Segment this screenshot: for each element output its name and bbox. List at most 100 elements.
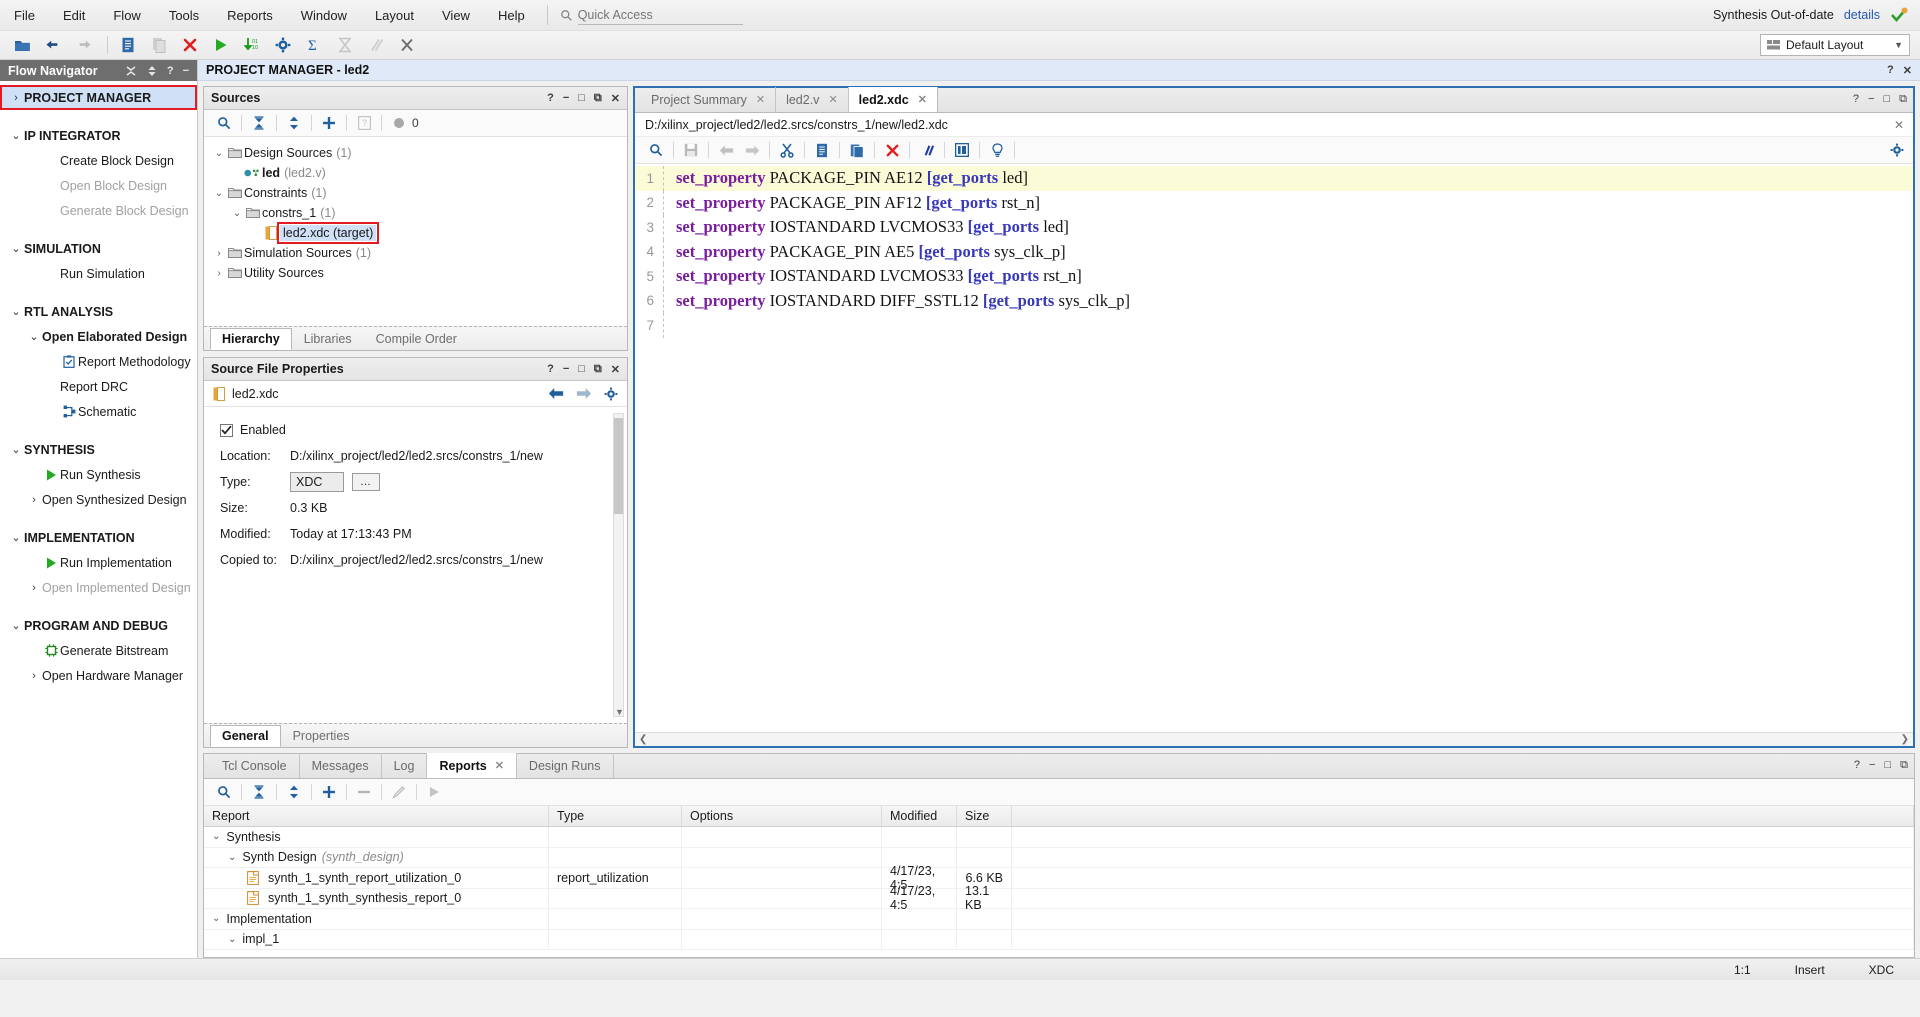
sidebar-item-implementation[interactable]: ⌄ IMPLEMENTATION [0, 525, 197, 550]
tab-hierarchy[interactable]: Hierarchy [210, 328, 292, 350]
code-content[interactable]: 1 set_property PACKAGE_PIN AE12 [get_port… [635, 164, 1913, 732]
float-icon[interactable]: ⧉ [1899, 93, 1907, 106]
table-row[interactable]: synth_1_synth_synthesis_report_0 4/17/23,… [204, 884, 1914, 912]
close-icon[interactable] [176, 33, 204, 57]
minimize-icon[interactable]: − [1868, 93, 1874, 106]
expand-all-icon[interactable] [281, 112, 307, 134]
chevron-down-icon[interactable]: ⌄ [228, 852, 236, 863]
chevron-down-icon[interactable]: ⌄ [228, 934, 236, 945]
sidebar-item-open-hardware-manager[interactable]: › Open Hardware Manager [0, 663, 197, 688]
collapse-all-icon[interactable] [246, 781, 272, 803]
close-icon[interactable]: ✕ [611, 363, 620, 376]
search-icon[interactable] [211, 112, 237, 134]
menu-item-window[interactable]: Window [287, 4, 361, 27]
chevron-down-icon[interactable]: ▼ [615, 707, 624, 717]
chevron-down-icon[interactable]: ⌄ [230, 208, 244, 219]
menu-item-view[interactable]: View [428, 4, 484, 27]
scrollbar-thumb[interactable] [614, 418, 623, 514]
bottom-tab-tcl-console[interactable]: Tcl Console [210, 753, 300, 778]
column-header-report[interactable]: Report [204, 806, 549, 826]
tree-node-design-sources[interactable]: ⌄ Design Sources (1) [204, 143, 627, 163]
sidebar-item-simulation[interactable]: ⌄ SIMULATION [0, 236, 197, 261]
tree-node-led2-xdc-target[interactable]: led2.xdc (target) [204, 222, 627, 244]
gear-icon[interactable] [1890, 143, 1904, 157]
float-icon[interactable]: ⧉ [594, 363, 602, 376]
chevron-down-icon[interactable]: ⌄ [212, 913, 220, 924]
quick-access[interactable] [560, 5, 743, 25]
minimize-icon[interactable]: − [563, 92, 569, 104]
sidebar-item-synthesis[interactable]: ⌄ SYNTHESIS [0, 437, 197, 462]
binary-icon[interactable]: 01 10 [238, 33, 266, 57]
undo-icon[interactable] [39, 33, 67, 57]
float-icon[interactable]: ⧉ [1900, 759, 1908, 772]
quick-access-input[interactable] [577, 5, 743, 25]
collapse-all-icon[interactable] [246, 112, 272, 134]
sidebar-item-report-methodology[interactable]: Report Methodology [0, 349, 197, 374]
maximize-icon[interactable]: □ [578, 363, 585, 375]
column-header-size[interactable]: Size [957, 806, 1012, 826]
scroll-left-icon[interactable]: ❮ [639, 734, 647, 745]
menu-item-layout[interactable]: Layout [361, 4, 428, 27]
sidebar-item-generate-block-design[interactable]: Generate Block Design [0, 198, 197, 223]
expand-all-icon[interactable] [146, 65, 158, 77]
close-icon[interactable]: ✕ [756, 93, 765, 106]
tab-general[interactable]: General [210, 725, 281, 747]
back-icon[interactable] [548, 387, 564, 400]
table-row[interactable]: ⌄ Synth Design (synth_design) [204, 847, 1914, 868]
sidebar-item-ip-integrator[interactable]: ⌄ IP INTEGRATOR [0, 123, 197, 148]
help-icon[interactable]: ? [1853, 93, 1859, 106]
bottom-tab-reports[interactable]: Reports ✕ [427, 753, 517, 778]
sidebar-item-program-and-debug[interactable]: ⌄ PROGRAM AND DEBUG [0, 613, 197, 638]
sidebar-item-create-block-design[interactable]: Create Block Design [0, 148, 197, 173]
paste-icon[interactable] [844, 139, 870, 161]
sidebar-item-run-synthesis[interactable]: Run Synthesis [0, 462, 197, 487]
tree-node-led[interactable]: led (led2.v) [204, 163, 627, 183]
help-icon[interactable]: ? [167, 65, 174, 77]
maximize-icon[interactable]: □ [1884, 759, 1891, 772]
cut-icon[interactable] [774, 139, 800, 161]
sidebar-item-project-manager[interactable]: › PROJECT MANAGER [0, 85, 197, 110]
collapse-all-icon[interactable] [125, 65, 137, 77]
tab-libraries[interactable]: Libraries [292, 328, 364, 350]
search-icon[interactable] [643, 139, 669, 161]
menu-item-help[interactable]: Help [484, 4, 539, 27]
bottom-tab-log[interactable]: Log [382, 753, 428, 778]
tab-compile-order[interactable]: Compile Order [364, 328, 469, 350]
tab-properties[interactable]: Properties [281, 725, 362, 747]
sidebar-item-schematic[interactable]: Schematic [0, 399, 197, 424]
cross-probe-icon[interactable] [393, 33, 421, 57]
add-sources-icon[interactable] [316, 112, 342, 134]
sidebar-item-open-synthesized-design[interactable]: › Open Synthesized Design [0, 487, 197, 512]
chevron-right-icon[interactable]: › [212, 248, 226, 259]
browse-button[interactable]: … [352, 473, 380, 491]
gear-icon[interactable] [604, 387, 618, 401]
chevron-right-icon[interactable]: › [212, 268, 226, 279]
sidebar-item-run-implementation[interactable]: Run Implementation [0, 550, 197, 575]
add-icon[interactable] [316, 781, 342, 803]
close-icon[interactable]: ✕ [828, 93, 837, 106]
table-row[interactable]: ⌄ Synthesis [204, 827, 1914, 848]
menu-item-reports[interactable]: Reports [213, 4, 287, 27]
expand-all-icon[interactable] [281, 781, 307, 803]
chevron-down-icon[interactable]: ⌄ [212, 148, 226, 159]
file-type-select[interactable]: XDC [290, 472, 344, 492]
menu-item-flow[interactable]: Flow [99, 4, 154, 27]
table-row[interactable]: synth_1_synth_report_utilization_0 report… [204, 864, 1914, 892]
copy-icon[interactable] [809, 139, 835, 161]
maximize-icon[interactable]: □ [578, 92, 585, 104]
close-icon[interactable]: ✕ [1903, 64, 1912, 77]
scroll-right-icon[interactable]: ❯ [1901, 734, 1909, 745]
chevron-down-icon[interactable]: ⌄ [212, 831, 220, 842]
editor-tab-led2-v[interactable]: led2.v ✕ [776, 87, 849, 112]
column-header-type[interactable]: Type [549, 806, 682, 826]
close-icon[interactable]: ✕ [495, 759, 504, 772]
tree-node-simulation-sources[interactable]: › Simulation Sources (1) [204, 243, 627, 263]
enabled-checkbox[interactable] [220, 423, 233, 437]
table-row[interactable]: ⌄ Implementation [204, 909, 1914, 930]
column-header-modified[interactable]: Modified [882, 806, 957, 826]
delete-icon[interactable] [879, 139, 905, 161]
sidebar-item-run-simulation[interactable]: Run Simulation [0, 261, 197, 286]
layout-selector[interactable]: Default Layout ▼ [1760, 34, 1910, 56]
properties-scrollbar[interactable]: ▼ [613, 413, 624, 717]
sidebar-item-generate-bitstream[interactable]: Generate Bitstream [0, 638, 197, 663]
